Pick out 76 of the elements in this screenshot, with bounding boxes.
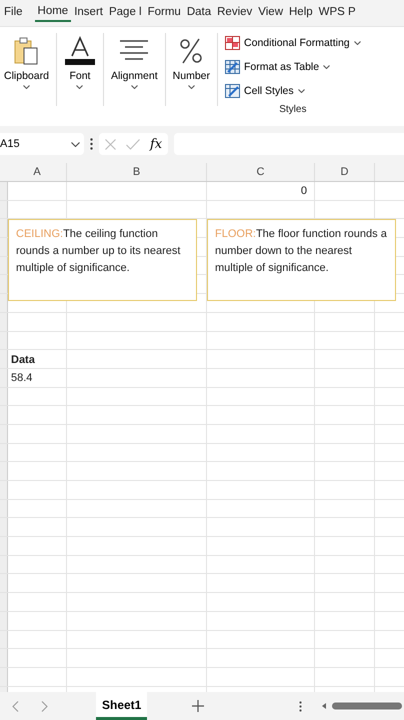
- ribbon-group-button[interactable]: Number: [168, 31, 214, 101]
- row-header[interactable]: [0, 500, 8, 518]
- styles-menu-button[interactable]: Format as Table: [223, 55, 332, 79]
- chevron-down-icon: [323, 65, 330, 69]
- row-header[interactable]: [0, 350, 8, 368]
- add-sheet-icon[interactable]: [192, 700, 204, 712]
- row-header[interactable]: [0, 182, 8, 200]
- chevron-down-icon: [76, 85, 84, 89]
- row-header[interactable]: [0, 200, 8, 218]
- conditional-format-icon: [225, 36, 240, 50]
- row-header[interactable]: [0, 630, 8, 648]
- insert-function-button[interactable]: fx: [150, 136, 162, 152]
- percent-icon: [179, 37, 204, 65]
- cell-value: 58.4: [11, 371, 32, 386]
- row-header[interactable]: [0, 388, 8, 406]
- row-header[interactable]: [0, 312, 8, 330]
- ribbon-tab[interactable]: File: [0, 0, 35, 22]
- row-header[interactable]: [0, 275, 8, 294]
- name-box[interactable]: A15: [0, 133, 84, 155]
- chevron-down-icon: [71, 142, 80, 146]
- row-header[interactable]: [0, 593, 8, 611]
- ribbon-tab[interactable]: Page l: [106, 0, 145, 22]
- row-header[interactable]: [0, 537, 8, 555]
- chevron-down-icon: [130, 85, 138, 89]
- chevron-down-icon: [22, 85, 30, 89]
- ribbon-group-button[interactable]: Clipboard: [0, 31, 53, 101]
- ribbon-tab[interactable]: Data: [184, 0, 214, 22]
- cell-styles-icon: [225, 84, 240, 98]
- ribbon-tab[interactable]: Home: [34, 0, 72, 22]
- styles-menu-button[interactable]: Cell Styles: [223, 79, 307, 103]
- clipboard-icon: [13, 36, 40, 66]
- ribbon-tab[interactable]: WPS P: [316, 0, 359, 22]
- row-header[interactable]: [0, 574, 8, 592]
- group-label: Styles: [279, 104, 306, 115]
- styles-menu-button[interactable]: Conditional Formatting: [223, 31, 363, 55]
- row-header[interactable]: [0, 668, 8, 686]
- row-header[interactable]: [0, 424, 8, 443]
- chevron-right-icon[interactable]: [41, 700, 48, 712]
- row-header[interactable]: [0, 256, 8, 274]
- row-header[interactable]: [0, 294, 8, 312]
- row-header[interactable]: [0, 444, 8, 462]
- align-center-icon: [119, 39, 150, 63]
- ribbon-tab[interactable]: View: [255, 0, 286, 22]
- text-box: FLOOR:The floor function rounds a number down to the nearest multiple of significance.: [207, 219, 396, 301]
- row-header[interactable]: [0, 219, 8, 238]
- chevron-left-icon[interactable]: [12, 700, 19, 712]
- cancel-icon[interactable]: [105, 138, 116, 150]
- row-header[interactable]: [0, 481, 8, 499]
- more-options-icon[interactable]: [90, 138, 93, 150]
- chevron-down-icon: [298, 89, 305, 93]
- ribbon-tab[interactable]: Formu: [144, 0, 184, 22]
- more-options-icon[interactable]: [299, 700, 302, 712]
- row-header[interactable]: [0, 462, 8, 480]
- check-icon[interactable]: [126, 138, 140, 150]
- row-header[interactable]: [0, 612, 8, 630]
- row-header[interactable]: [0, 406, 8, 424]
- sheet-tab[interactable]: Sheet1: [96, 692, 148, 720]
- chevron-down-icon: [188, 85, 195, 89]
- row-header[interactable]: [0, 556, 8, 574]
- cell-value: Data: [11, 352, 35, 368]
- ribbon-group-button[interactable]: Alignment: [106, 31, 162, 101]
- ribbon-tab[interactable]: Reviev: [214, 0, 256, 22]
- text-box: CEILING:The ceiling function rounds a number up to its nearest multiple of significance.: [8, 219, 197, 301]
- cell-value: 0: [300, 184, 307, 200]
- row-header[interactable]: [0, 238, 8, 256]
- horizontal-scrollbar-icon[interactable]: [322, 702, 402, 710]
- table-format-icon: [225, 60, 240, 74]
- row-header[interactable]: [0, 368, 8, 387]
- ribbon-tab[interactable]: Help: [286, 0, 316, 22]
- chevron-down-icon: [354, 41, 361, 45]
- font-color-icon: [64, 36, 96, 66]
- row-header[interactable]: [0, 332, 8, 350]
- row-header[interactable]: [0, 649, 8, 667]
- ribbon-tab[interactable]: Insert: [71, 0, 106, 22]
- ribbon-group-button[interactable]: Font: [60, 31, 100, 101]
- row-header[interactable]: [0, 518, 8, 536]
